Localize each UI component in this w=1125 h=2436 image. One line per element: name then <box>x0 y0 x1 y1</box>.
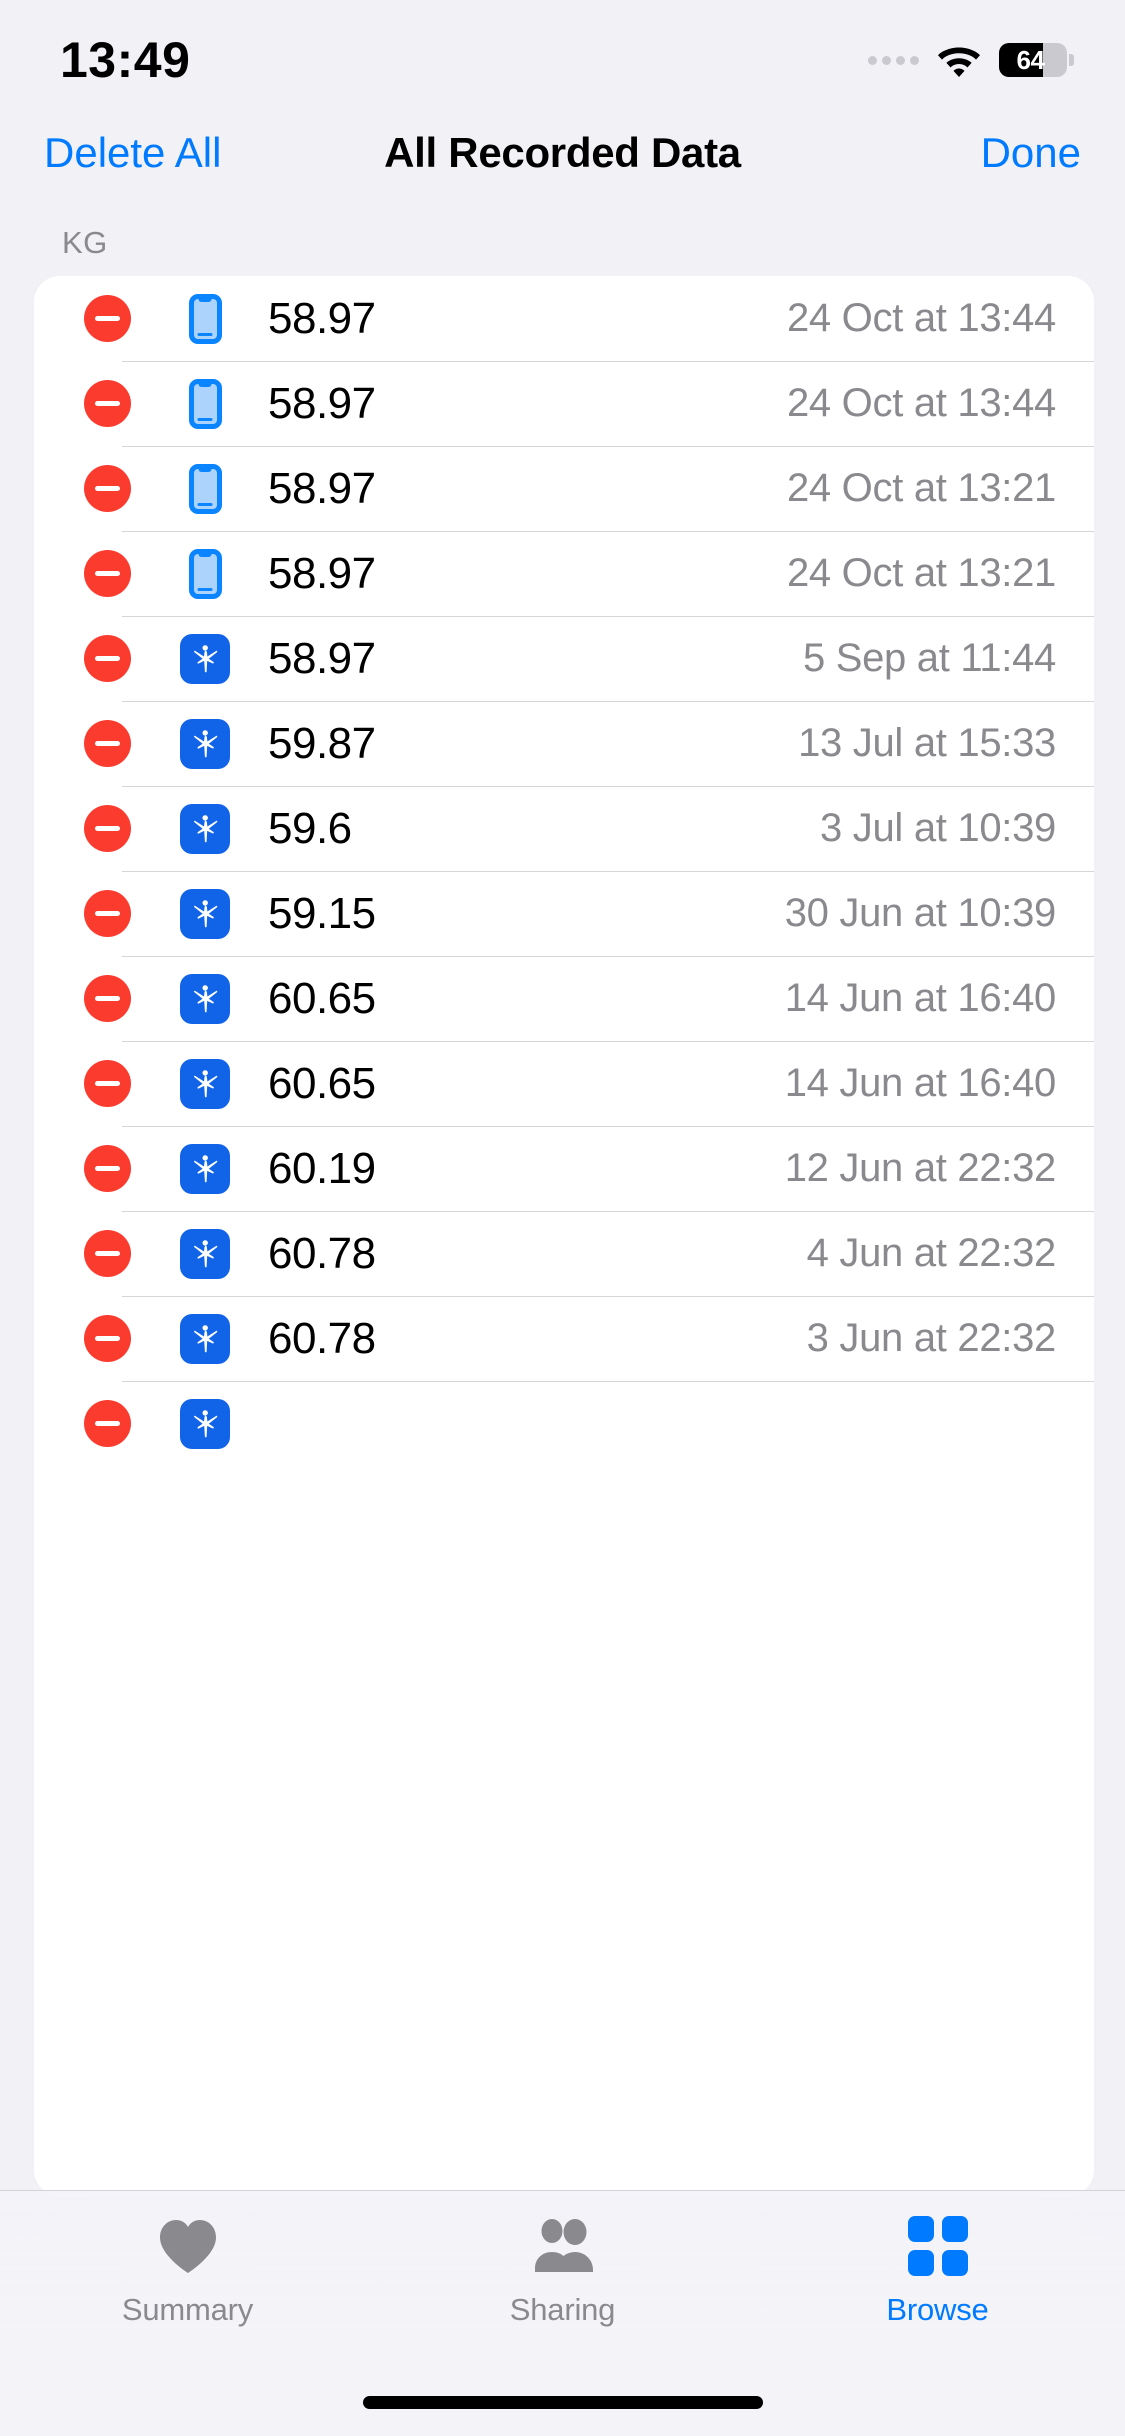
tab-browse[interactable]: Browse <box>750 2213 1125 2328</box>
row-value: 60.65 <box>268 1058 376 1108</box>
table-row[interactable]: 60.19 12 Jun at 22:32 <box>34 1126 1094 1211</box>
battery-nub <box>1069 54 1074 66</box>
row-value: 58.97 <box>268 463 376 513</box>
minus-circle-icon[interactable] <box>84 550 131 597</box>
row-value: 59.6 <box>268 803 352 853</box>
table-row[interactable] <box>34 1381 1094 1466</box>
heart-icon <box>158 2213 218 2279</box>
minus-circle-icon[interactable] <box>84 720 131 767</box>
minus-circle-icon[interactable] <box>84 805 131 852</box>
table-row[interactable]: 60.65 14 Jun at 16:40 <box>34 1041 1094 1126</box>
phone-screen: 13:49 64 Delete All All Recorded Data Do <box>0 0 1125 2436</box>
table-row[interactable]: 60.78 4 Jun at 22:32 <box>34 1211 1094 1296</box>
fitness-app-icon <box>180 1228 230 1279</box>
iphone-icon <box>180 463 230 514</box>
table-row[interactable]: 60.65 14 Jun at 16:40 <box>34 956 1094 1041</box>
grid-icon <box>907 2213 968 2279</box>
row-value: 60.78 <box>268 1228 376 1278</box>
row-value: 59.87 <box>268 718 376 768</box>
minus-circle-icon[interactable] <box>84 1060 131 1107</box>
status-bar: 13:49 64 <box>0 0 1125 110</box>
minus-circle-icon[interactable] <box>84 1400 131 1447</box>
tab-sharing[interactable]: Sharing <box>375 2213 750 2328</box>
table-row[interactable]: 58.97 24 Oct at 13:21 <box>34 531 1094 616</box>
row-date: 3 Jul at 10:39 <box>820 806 1056 850</box>
people-icon <box>530 2213 596 2279</box>
fitness-app-icon <box>180 888 230 939</box>
minus-circle-icon[interactable] <box>84 975 131 1022</box>
row-value: 58.97 <box>268 378 376 428</box>
minus-circle-icon[interactable] <box>84 1145 131 1192</box>
fitness-app-icon <box>180 1313 230 1364</box>
row-date: 24 Oct at 13:21 <box>786 466 1056 510</box>
tab-label: Summary <box>121 2292 254 2327</box>
status-bar-indicators: 64 <box>868 43 1074 77</box>
section-header-unit: KG <box>62 225 108 260</box>
wifi-icon <box>937 44 981 77</box>
minus-circle-icon[interactable] <box>84 1315 131 1362</box>
recorded-data-list: 58.97 24 Oct at 13:44 58.97 24 Oct at 13:44… <box>34 276 1094 2196</box>
row-date: 14 Jun at 16:40 <box>784 976 1057 1020</box>
fitness-app-icon <box>180 973 230 1024</box>
minus-circle-icon[interactable] <box>84 380 131 427</box>
iphone-icon <box>180 378 230 429</box>
minus-circle-icon[interactable] <box>84 635 131 682</box>
table-row[interactable]: 58.97 24 Oct at 13:44 <box>34 276 1094 361</box>
row-date: 13 Jul at 15:33 <box>798 721 1056 765</box>
row-date: 3 Jun at 22:32 <box>806 1316 1057 1360</box>
table-row[interactable]: 58.97 24 Oct at 13:44 <box>34 361 1094 446</box>
minus-circle-icon[interactable] <box>84 295 131 342</box>
minus-circle-icon[interactable] <box>84 890 131 937</box>
table-row[interactable]: 59.15 30 Jun at 10:39 <box>34 871 1094 956</box>
tab-label: Browse <box>886 2292 989 2327</box>
minus-circle-icon[interactable] <box>84 1230 131 1277</box>
delete-all-button[interactable]: Delete All <box>44 129 221 177</box>
home-indicator[interactable] <box>362 2396 763 2409</box>
table-row[interactable]: 59.87 13 Jul at 15:33 <box>34 701 1094 786</box>
tab-label: Sharing <box>509 2292 616 2327</box>
row-date: 12 Jun at 22:32 <box>784 1146 1057 1190</box>
fitness-app-icon <box>180 1058 230 1109</box>
fitness-app-icon <box>180 803 230 854</box>
row-value: 60.65 <box>268 973 376 1023</box>
row-date: 24 Oct at 13:44 <box>786 296 1056 340</box>
iphone-icon <box>180 293 230 344</box>
iphone-icon <box>180 548 230 599</box>
row-value: 60.78 <box>268 1313 376 1363</box>
table-row[interactable]: 58.97 5 Sep at 11:44 <box>34 616 1094 701</box>
row-date: 24 Oct at 13:44 <box>786 381 1056 425</box>
fitness-app-icon <box>180 1398 230 1449</box>
fitness-app-icon <box>180 633 230 684</box>
table-row[interactable]: 58.97 24 Oct at 13:21 <box>34 446 1094 531</box>
row-value: 58.97 <box>268 548 376 598</box>
minus-circle-icon[interactable] <box>84 465 131 512</box>
tab-summary[interactable]: Summary <box>0 2213 375 2328</box>
row-date: 4 Jun at 22:32 <box>806 1231 1057 1275</box>
row-value: 58.97 <box>268 633 376 683</box>
row-value: 60.19 <box>268 1143 376 1193</box>
row-value: 59.15 <box>268 888 376 938</box>
fitness-app-icon <box>180 1143 230 1194</box>
done-button[interactable]: Done <box>981 129 1081 177</box>
signal-dots-icon <box>868 55 919 65</box>
status-bar-time: 13:49 <box>60 32 191 88</box>
table-row[interactable]: 59.6 3 Jul at 10:39 <box>34 786 1094 871</box>
navigation-bar: Delete All All Recorded Data Done <box>0 108 1125 198</box>
row-date: 5 Sep at 11:44 <box>802 636 1056 680</box>
battery-percent: 64 <box>1016 44 1045 75</box>
row-date: 30 Jun at 10:39 <box>784 891 1057 935</box>
table-row[interactable]: 60.78 3 Jun at 22:32 <box>34 1296 1094 1381</box>
row-date: 24 Oct at 13:21 <box>786 551 1056 595</box>
row-date: 14 Jun at 16:40 <box>784 1061 1057 1105</box>
fitness-app-icon <box>180 718 230 769</box>
row-value: 58.97 <box>268 293 376 343</box>
battery-icon: 64 <box>999 43 1074 77</box>
